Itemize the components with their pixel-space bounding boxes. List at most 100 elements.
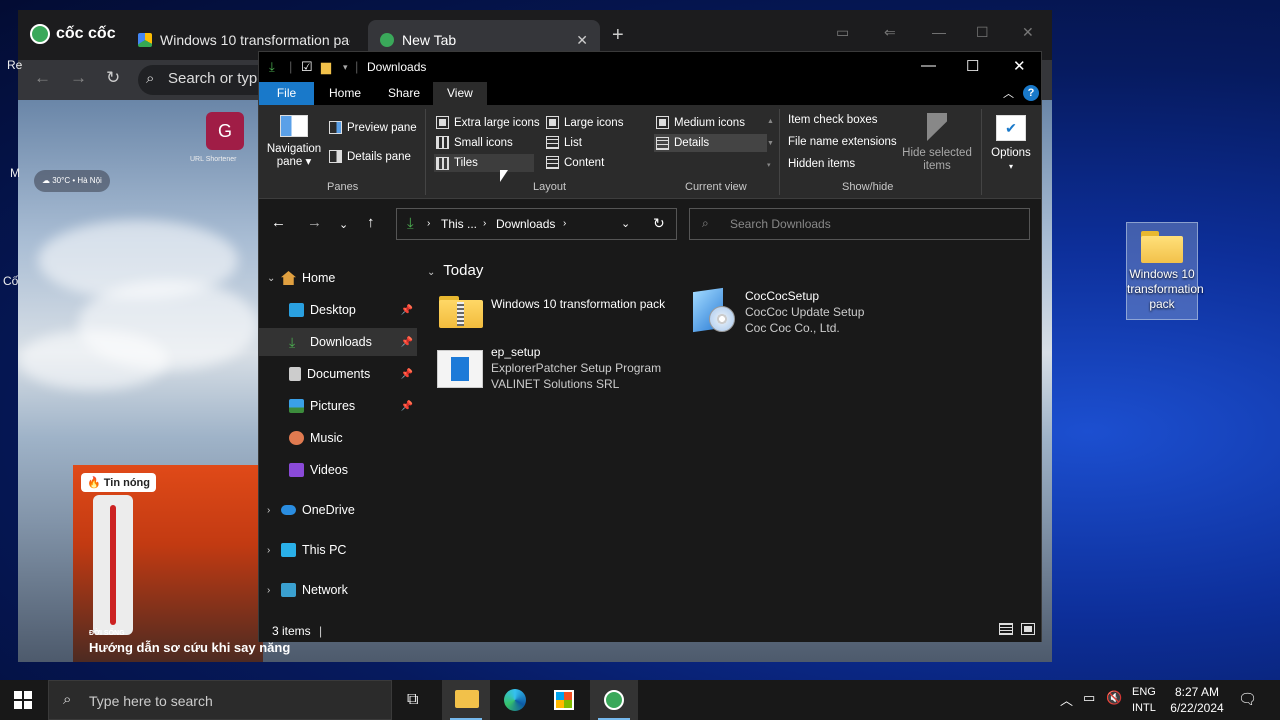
news-card[interactable]: 🔥 Tin nóng ĐỜI SỐNG Hướng dẫn sơ cứu khi… [73, 465, 290, 662]
hidden-items-toggle[interactable]: Hidden items [788, 158, 855, 170]
clock[interactable]: 8:27 AM 6/22/2024 [1164, 684, 1230, 716]
nav-item-documents[interactable]: Documents 📌 [259, 360, 417, 388]
nav-item-music[interactable]: Music [259, 424, 417, 452]
folder-icon [455, 690, 479, 708]
new-folder-icon[interactable]: ▆ [321, 59, 331, 75]
search-input[interactable]: ⌕ Search Downloads [689, 208, 1030, 240]
layout-gallery-scroll[interactable]: ▲ ▼ ▾ [767, 111, 774, 177]
back-button[interactable]: ← [271, 214, 286, 231]
layout-small-icons[interactable]: Small icons [436, 136, 513, 149]
browser-logo[interactable]: cốc cốc [30, 24, 116, 44]
chevron-right-icon: › [267, 584, 271, 596]
chevron-up-icon[interactable]: ︿ [1060, 690, 1073, 709]
refresh-icon[interactable]: ↻ [653, 215, 665, 232]
file-explorer-app[interactable] [442, 680, 490, 720]
nav-item-downloads[interactable]: ⤓ Downloads 📌 [259, 328, 417, 356]
close-button[interactable]: ✕ [1022, 24, 1034, 41]
onedrive-icon [281, 505, 296, 515]
nav-item-pictures[interactable]: Pictures 📌 [259, 392, 417, 420]
forward-button[interactable]: → [307, 214, 322, 231]
breadcrumb-this-pc[interactable]: This ... [441, 217, 477, 231]
maximize-button[interactable]: ☐ [966, 57, 979, 75]
tab-view[interactable]: View [433, 82, 487, 105]
customize-toolbar-icon[interactable]: ▾ [343, 62, 348, 73]
news-title: Hướng dẫn sơ cứu khi say nắng [89, 640, 291, 655]
input-language[interactable]: ENG INTL [1132, 684, 1156, 716]
tab-file[interactable]: File [259, 82, 314, 105]
task-view-icon: ⧉ [407, 691, 419, 708]
new-tab-button[interactable]: + [612, 24, 624, 47]
shortcut-tile[interactable]: G [206, 112, 244, 150]
options-button[interactable]: ✔ Options ▾ [985, 115, 1037, 173]
back-button[interactable]: ← [34, 68, 51, 88]
desktop-icon-transformation-pack[interactable]: Windows 10 transformation pack [1126, 222, 1204, 320]
details-view-icon[interactable] [999, 623, 1013, 635]
layout-content[interactable]: Content [546, 156, 604, 169]
tab-home[interactable]: Home [315, 82, 375, 105]
layout-list[interactable]: List [546, 136, 582, 149]
thermometer-image [93, 495, 133, 635]
layout-details[interactable]: Details [654, 134, 768, 152]
task-view-button[interactable]: ⧉ [392, 680, 440, 720]
preview-pane-label: Preview pane [347, 121, 417, 134]
group-label-layout: Layout [533, 181, 567, 193]
navigation-pane-button[interactable]: Navigation pane ▾ [265, 115, 323, 169]
hide-selected-icon [927, 113, 947, 141]
minimize-button[interactable]: — [932, 24, 946, 40]
hide-selected-items-button[interactable]: Hide selected items [899, 113, 975, 173]
start-button[interactable] [14, 691, 32, 709]
maximize-button[interactable]: ☐ [976, 24, 989, 41]
close-button[interactable]: ✕ [1013, 57, 1026, 75]
collapse-ribbon-icon[interactable]: ︿ [1003, 85, 1014, 101]
separator: | [289, 59, 293, 74]
preview-pane-button[interactable]: Preview pane [329, 121, 417, 134]
edge-app[interactable] [492, 680, 540, 720]
taskbar-search[interactable]: ⌕ Type here to search [48, 680, 392, 720]
edge-text: M [10, 166, 20, 180]
nav-item-desktop[interactable]: Desktop 📌 [259, 296, 417, 324]
back-arrow-icon[interactable]: ⇐ [884, 24, 896, 41]
nav-item-onedrive[interactable]: › OneDrive [259, 496, 417, 524]
file-name-extensions-toggle[interactable]: File name extensions [788, 136, 897, 148]
layout-tiles[interactable]: Tiles [434, 154, 534, 172]
shortcut-label: URL Shortener [190, 156, 237, 163]
details-pane-button[interactable]: Details pane [329, 150, 411, 163]
nav-item-this-pc[interactable]: › This PC [259, 536, 417, 564]
weather-widget[interactable]: ☁ 30°C • Hà Nội [34, 170, 110, 192]
forward-button[interactable]: → [70, 68, 87, 88]
up-button[interactable]: ↑ [367, 214, 375, 231]
address-dropdown-icon[interactable]: ⌄ [621, 217, 630, 230]
divider [981, 109, 982, 195]
breadcrumb-downloads[interactable]: Downloads [496, 217, 555, 231]
layout-medium-icons[interactable]: Medium icons [656, 116, 745, 129]
nav-item-videos[interactable]: Videos [259, 456, 417, 484]
nav-item-home[interactable]: ⌄ Home [259, 264, 417, 292]
reload-button[interactable]: ↻ [106, 68, 120, 88]
file-item[interactable]: Windows 10 transformation pack [439, 294, 679, 328]
properties-icon[interactable]: ☑ [301, 59, 313, 75]
network-icon[interactable]: ▭ [1083, 690, 1095, 706]
large-icons-view-icon[interactable] [1021, 623, 1035, 635]
group-header-today[interactable]: ⌄ Today [427, 262, 483, 279]
coccoc-app[interactable] [590, 680, 638, 720]
store-app[interactable] [540, 680, 588, 720]
file-item[interactable]: CocCocSetup CocCoc Update Setup Coc Coc … [689, 287, 929, 336]
chevron-down-icon: ⌄ [427, 267, 436, 278]
help-icon[interactable]: ? [1023, 85, 1039, 101]
layout-extra-large-icons[interactable]: Extra large icons [436, 116, 540, 129]
ribbon-tabs: File Home Share View ︿ ? [259, 82, 1041, 105]
close-tab-icon[interactable]: ✕ [576, 32, 588, 49]
large-icons-label: Large icons [564, 116, 624, 129]
minimize-button[interactable]: — [921, 57, 936, 74]
nav-item-network[interactable]: › Network [259, 576, 417, 604]
address-bar[interactable]: ⤓ › This ... › Downloads › ⌄ ↻ [396, 208, 677, 240]
cast-icon[interactable]: ▭ [836, 24, 849, 41]
recent-locations-button[interactable]: ⌄ [339, 218, 348, 231]
file-item[interactable]: ep_setup ExplorerPatcher Setup Program V… [437, 344, 697, 392]
navigation-pane-icon [280, 115, 308, 137]
notifications-icon[interactable]: 🗨 [1238, 690, 1257, 708]
item-check-boxes-toggle[interactable]: Item check boxes [788, 114, 877, 126]
layout-large-icons[interactable]: Large icons [546, 116, 623, 129]
volume-muted-icon[interactable]: 🔇 [1106, 690, 1122, 706]
tab-share[interactable]: Share [374, 82, 434, 105]
